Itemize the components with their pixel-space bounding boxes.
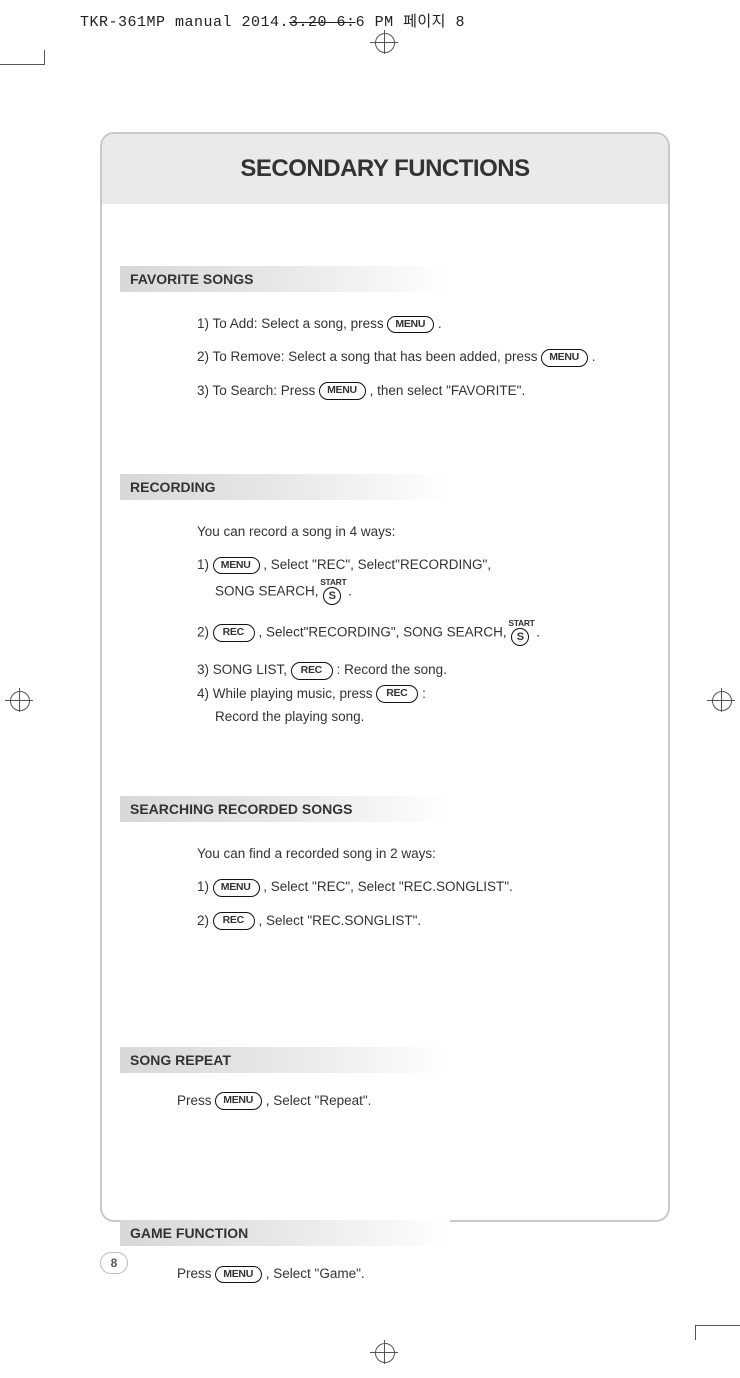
repeat-l1a: Press (177, 1093, 212, 1108)
registration-mark-top (370, 30, 398, 54)
fav-l1b: . (438, 316, 442, 331)
content-frame: SECONDARY FUNCTIONS FAVORITE SONGS 1) To… (100, 132, 670, 1222)
section-body-favorite: 1) To Add: Select a song, press MENU . 2… (102, 292, 668, 422)
fav-l1a: 1) To Add: Select a song, press (197, 316, 384, 331)
rec-l1a: 1) (197, 557, 209, 572)
registration-mark-left (5, 688, 33, 712)
rec-l4c: Record the playing song. (197, 707, 638, 727)
rec-button-icon: REC (213, 912, 255, 930)
search-intro: You can find a recorded song in 2 ways: (197, 844, 638, 864)
fav-l3b: , then select "FAVORITE". (370, 383, 526, 398)
rec-intro: You can record a song in 4 ways: (197, 522, 638, 542)
crop-mark-top-left (0, 50, 50, 80)
rec-button-icon: REC (376, 685, 418, 703)
rec-l1c: SONG SEARCH, (215, 584, 319, 599)
repeat-l1b: , Select "Repeat". (266, 1093, 372, 1108)
page-number: 8 (100, 1252, 128, 1274)
page-title: SECONDARY FUNCTIONS (240, 155, 529, 183)
header-prefix: TKR-361MP manual 2014. (80, 14, 289, 31)
crop-mark-bottom-right (690, 1310, 740, 1340)
game-l1b: , Select "Game". (266, 1266, 365, 1281)
menu-button-icon: MENU (215, 1266, 262, 1284)
section-heading-game: GAME FUNCTION (120, 1220, 450, 1246)
search-l1a: 1) (197, 879, 209, 894)
rec-l2b: , Select"RECORDING", SONG SEARCH, (259, 625, 507, 640)
rec-l4a: 4) While playing music, press (197, 686, 373, 701)
section-heading-favorite: FAVORITE SONGS (120, 266, 450, 292)
start-button-icon: START S (510, 619, 532, 647)
rec-l1b: , Select "REC", Select"RECORDING", (263, 557, 491, 572)
search-l2b: , Select "REC.SONGLIST". (259, 913, 422, 928)
header-suffix: 6 PM 페이지 8 (356, 14, 465, 31)
registration-mark-bottom (370, 1340, 398, 1364)
rec-button-icon: REC (213, 624, 255, 642)
fav-l3a: 3) To Search: Press (197, 383, 315, 398)
section-body-searching: You can find a recorded song in 2 ways: … (102, 822, 668, 952)
fav-l2a: 2) To Remove: Select a song that has bee… (197, 349, 537, 364)
menu-button-icon: MENU (215, 1092, 262, 1110)
section-body-game: Press MENU , Select "Game". (102, 1246, 668, 1305)
search-l2a: 2) (197, 913, 209, 928)
page-header-meta: TKR-361MP manual 2014.3.20 6:6 PM 페이지 8 (80, 10, 465, 31)
rec-l3a: 3) SONG LIST, (197, 662, 287, 677)
section-heading-repeat: SONG REPEAT (120, 1047, 450, 1073)
start-button-icon: START S (322, 578, 344, 606)
rec-l2a: 2) (197, 625, 209, 640)
title-bar: SECONDARY FUNCTIONS (102, 134, 668, 204)
fav-l2b: . (592, 349, 596, 364)
rec-button-icon: REC (291, 662, 333, 680)
rec-l1d: . (348, 584, 352, 599)
registration-mark-right (707, 688, 735, 712)
menu-button-icon: MENU (319, 382, 366, 400)
menu-button-icon: MENU (541, 349, 588, 367)
menu-button-icon: MENU (387, 316, 434, 334)
section-heading-searching: SEARCHING RECORDED SONGS (120, 796, 450, 822)
search-l1b: , Select "REC", Select "REC.SONGLIST". (263, 879, 513, 894)
game-l1a: Press (177, 1266, 212, 1281)
menu-button-icon: MENU (213, 879, 260, 897)
section-body-repeat: Press MENU , Select "Repeat". (102, 1073, 668, 1132)
header-strike: 3.20 6: (289, 14, 356, 31)
menu-button-icon: MENU (213, 557, 260, 575)
section-body-recording: You can record a song in 4 ways: 1) MENU… (102, 500, 668, 748)
rec-l3b: : Record the song. (337, 662, 447, 677)
section-heading-recording: RECORDING (120, 474, 450, 500)
rec-l4b: : (422, 686, 426, 701)
rec-l2c: . (536, 625, 540, 640)
